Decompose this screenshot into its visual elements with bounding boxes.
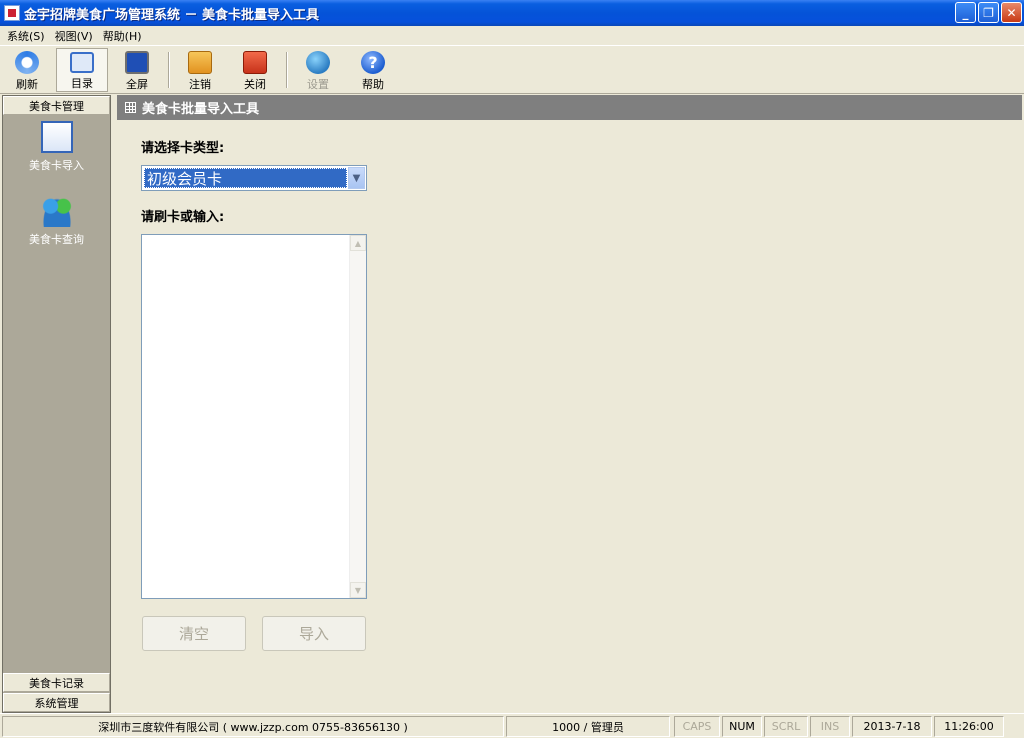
- status-time: 11:26:00: [934, 716, 1004, 737]
- window-title: 金宇招牌美食广场管理系统 － 美食卡批量导入工具: [24, 7, 320, 23]
- panel-title: 美食卡批量导入工具: [142, 102, 260, 117]
- sidebar-item-label: 美食卡导入: [29, 159, 84, 172]
- directory-button[interactable]: 目录: [56, 48, 108, 92]
- card-import-icon: [40, 121, 73, 153]
- logout-label: 注销: [189, 78, 211, 91]
- status-scrl: SCRL: [764, 716, 808, 737]
- scroll-down-icon[interactable]: ▼: [350, 582, 366, 598]
- directory-label: 目录: [71, 77, 93, 90]
- import-button[interactable]: 导入: [262, 616, 366, 651]
- directory-icon: [70, 52, 94, 73]
- settings-button[interactable]: 设置: [292, 48, 344, 92]
- panel-header: 美食卡批量导入工具: [117, 95, 1022, 120]
- help-icon: ?: [361, 51, 385, 74]
- sidebar-group-card-records[interactable]: 美食卡记录: [3, 673, 110, 692]
- restore-button[interactable]: ❐: [978, 2, 999, 23]
- status-date: 2013-7-18: [852, 716, 932, 737]
- fullscreen-label: 全屏: [126, 78, 148, 91]
- chevron-down-icon[interactable]: ▼: [348, 167, 365, 189]
- grid-icon: [125, 102, 136, 113]
- status-company: 深圳市三度软件有限公司 ( www.jzzp.com 0755-83656130…: [2, 716, 504, 737]
- card-input-textarea[interactable]: ▲ ▼: [141, 234, 367, 599]
- globe-icon: [306, 51, 330, 74]
- status-ins: INS: [810, 716, 850, 737]
- clear-button[interactable]: 清空: [142, 616, 246, 651]
- status-num: NUM: [722, 716, 762, 737]
- app-icon: [4, 5, 20, 21]
- refresh-icon: [15, 51, 39, 74]
- sidebar-item-card-query[interactable]: 美食卡查询: [3, 195, 110, 247]
- toolbar-separator: [286, 52, 288, 88]
- fullscreen-button[interactable]: 全屏: [111, 48, 163, 92]
- power-icon: [243, 51, 267, 74]
- help-label: 帮助: [362, 78, 384, 91]
- card-type-value: 初级会员卡: [144, 168, 347, 188]
- sidebar-group-card-management[interactable]: 美食卡管理: [3, 96, 110, 115]
- fullscreen-icon: [125, 51, 149, 74]
- status-user: 1000 / 管理员: [506, 716, 670, 737]
- title-bar: 金宇招牌美食广场管理系统 － 美食卡批量导入工具 _ ❐ ✕: [0, 0, 1024, 26]
- vertical-scrollbar[interactable]: ▲ ▼: [349, 235, 366, 598]
- status-caps: CAPS: [674, 716, 720, 737]
- card-input-label: 请刷卡或输入:: [141, 210, 225, 225]
- window-controls: _ ❐ ✕: [955, 2, 1022, 23]
- close-label: 关闭: [244, 78, 266, 91]
- main-panel: 美食卡批量导入工具 请选择卡类型: 初级会员卡 ▼ 请刷卡或输入: ▲ ▼ 清空…: [117, 95, 1022, 713]
- menu-help[interactable]: 帮助(H): [98, 28, 147, 44]
- sidebar-group-system-management[interactable]: 系统管理: [3, 693, 110, 712]
- card-type-label: 请选择卡类型:: [141, 141, 225, 156]
- close-app-button[interactable]: 关闭: [229, 48, 281, 92]
- minimize-button[interactable]: _: [955, 2, 976, 23]
- menu-view[interactable]: 视图(V): [50, 28, 98, 44]
- status-bar: 深圳市三度软件有限公司 ( www.jzzp.com 0755-83656130…: [0, 713, 1024, 738]
- sidebar-item-card-import[interactable]: 美食卡导入: [3, 121, 110, 173]
- toolbar: 刷新 目录 全屏 注销 关闭 设置 ? 帮助: [0, 45, 1024, 94]
- users-icon: [40, 195, 73, 227]
- menu-system[interactable]: 系统(S): [2, 28, 50, 44]
- scroll-up-icon[interactable]: ▲: [350, 235, 366, 251]
- sidebar: 美食卡管理 美食卡导入 美食卡查询 美食卡记录 系统管理: [2, 95, 111, 713]
- toolbar-separator: [168, 52, 170, 88]
- refresh-label: 刷新: [16, 78, 38, 91]
- refresh-button[interactable]: 刷新: [1, 48, 53, 92]
- help-button[interactable]: ? 帮助: [347, 48, 399, 92]
- sidebar-item-label: 美食卡查询: [29, 233, 84, 246]
- settings-label: 设置: [307, 78, 329, 91]
- close-window-button[interactable]: ✕: [1001, 2, 1022, 23]
- card-type-select[interactable]: 初级会员卡 ▼: [141, 165, 367, 191]
- key-icon: [188, 51, 212, 74]
- logout-button[interactable]: 注销: [174, 48, 226, 92]
- menu-bar: 系统(S) 视图(V) 帮助(H): [0, 26, 1024, 45]
